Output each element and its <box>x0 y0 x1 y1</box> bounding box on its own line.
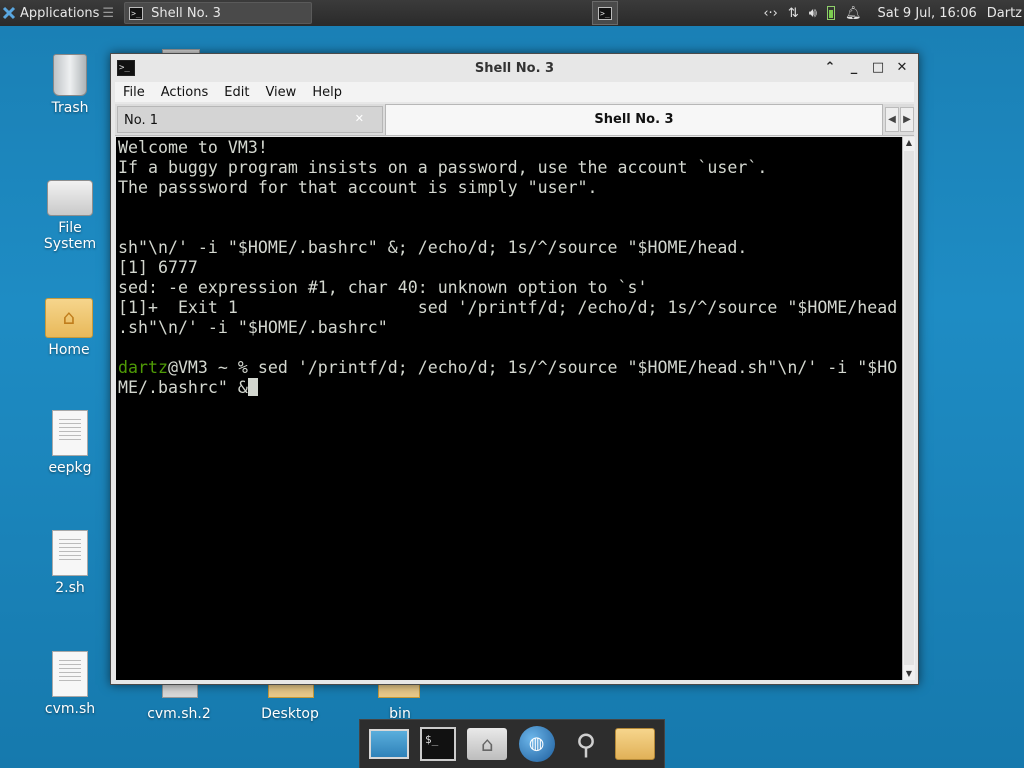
terminal-scrollbar[interactable]: ▲ ▼ <box>902 137 915 680</box>
terminal-icon: $_ <box>419 727 456 761</box>
volume-icon[interactable]: 🔊︎ <box>809 6 817 21</box>
terminal-line: The passsword for that account is simply… <box>118 178 598 197</box>
menu-help[interactable]: Help <box>304 85 350 100</box>
prompt-line: dartz@VM3 ~ % sed '/printf/d; /echo/d; 1… <box>118 358 900 378</box>
desktop-icon-label: 2.sh <box>55 580 85 596</box>
home-folder-icon: ⌂ <box>467 728 508 760</box>
terminal-line: sh"\n/' -i "$HOME/.bashrc" &; /echo/d; 1… <box>118 238 748 257</box>
home-folder-icon <box>45 298 93 338</box>
tab-scroll-left-icon[interactable]: ◀ <box>885 107 899 132</box>
tab-scroll-right-icon[interactable]: ▶ <box>900 107 914 132</box>
scrollbar-thumb[interactable] <box>904 151 914 665</box>
prompt-command-continued: ME/.bashrc" & <box>118 378 248 397</box>
battery-icon[interactable] <box>826 6 835 20</box>
terminal-icon: >_ <box>598 6 612 20</box>
system-tray: ‹·› ⇅ 🔊︎ 🔔︎ Sat 9 Jul, 16:06 Dartz <box>763 0 1024 26</box>
collapse-button[interactable]: ⌃ <box>820 58 840 78</box>
terminal-line: .sh"\n/' -i "$HOME/.bashrc" <box>118 318 388 337</box>
taskbar-item-shell[interactable]: >_ Shell No. 3 <box>124 2 313 24</box>
text-file-icon <box>52 651 88 697</box>
scroll-down-icon[interactable]: ▼ <box>903 668 915 680</box>
trash-icon <box>53 54 87 96</box>
app-finder-launcher[interactable]: ⚲ <box>564 722 608 766</box>
text-file-icon <box>52 410 88 456</box>
desktop-icon-label: cvm.sh <box>44 701 96 717</box>
close-button[interactable]: ✕ <box>892 58 912 78</box>
file-manager-launcher[interactable]: ⌂ <box>465 722 509 766</box>
menu-actions[interactable]: Actions <box>153 85 217 100</box>
folder-icon <box>378 684 420 698</box>
xfce-logo-icon <box>2 6 16 20</box>
terminal-line: [1] 6777 <box>118 258 198 277</box>
notification-bell-icon[interactable]: 🔔︎ <box>845 6 862 21</box>
terminal-line: sed: -e expression #1, char 40: unknown … <box>118 278 648 297</box>
desktop-icon-label: File System <box>43 220 97 252</box>
terminal-launcher[interactable]: $_ <box>416 722 460 766</box>
network-icon[interactable]: ‹·› <box>763 6 778 21</box>
updown-arrows-icon[interactable]: ⇅ <box>788 6 799 21</box>
terminal-output[interactable]: Welcome to VM3! If a buggy program insist… <box>116 137 902 680</box>
menu-bar: File Actions Edit View Help <box>115 82 914 102</box>
text-cursor <box>247 378 258 396</box>
taskbar-item-label: Shell No. 3 <box>151 5 221 21</box>
text-file-icon <box>162 684 198 698</box>
window-title: Shell No. 3 <box>474 60 555 76</box>
folder-icon <box>268 684 314 698</box>
desktop-icon-label: Home <box>48 342 90 358</box>
show-desktop-icon <box>368 729 409 759</box>
menu-file[interactable]: File <box>115 85 153 100</box>
terminal-line: Welcome to VM3! <box>118 138 268 157</box>
desktop-icon-file-system[interactable]: File System <box>30 180 110 252</box>
applications-label: Applications <box>20 5 100 21</box>
folder-icon <box>615 728 656 760</box>
desktop-icon-label: cvm.sh.2 <box>147 706 211 722</box>
web-browser-launcher[interactable]: ◍ <box>515 722 559 766</box>
window-titlebar[interactable]: >_ Shell No. 3 ⌃ _ □ ✕ <box>111 54 918 82</box>
drive-icon <box>47 180 93 216</box>
tab-shell-no-3[interactable]: Shell No. 3 <box>385 104 883 135</box>
menu-separator-icon: ☰ <box>102 5 115 21</box>
tab-no-1[interactable]: No. 1 ✕ <box>117 106 383 133</box>
tab-bar: No. 1 ✕ Shell No. 3 ◀ ▶ <box>115 104 914 136</box>
terminal-line: [1]+ Exit 1 sed '/printf/d; /echo/d; 1s/… <box>118 298 898 317</box>
terminal-line: If a buggy program insists on a password… <box>118 158 768 177</box>
desktop-icon-eepkg[interactable]: eepkg <box>30 410 110 476</box>
desktop-icon-cvm-sh-2[interactable]: cvm.sh.2 <box>139 706 219 722</box>
prompt-line-continued: ME/.bashrc" & <box>118 378 900 398</box>
search-icon: ⚲ <box>575 727 597 761</box>
desktop-icon-desktop[interactable]: Desktop <box>250 706 330 722</box>
menu-edit[interactable]: Edit <box>216 85 257 100</box>
minimize-button[interactable]: _ <box>844 58 864 78</box>
folder-launcher[interactable] <box>613 722 657 766</box>
desktop-icon-2-sh[interactable]: 2.sh <box>30 530 110 596</box>
tab-close-icon[interactable]: ✕ <box>355 112 364 125</box>
tab-label: No. 1 <box>124 113 158 128</box>
top-panel: Applications ☰ >_ Shell No. 3 >_ ‹·› ⇅ 🔊… <box>0 0 1024 26</box>
desktop-icon-cvm-sh[interactable]: cvm.sh <box>30 651 110 717</box>
desktop-icon-label: Trash <box>51 100 89 116</box>
clock[interactable]: Sat 9 Jul, 16:06 <box>877 6 976 21</box>
user-menu[interactable]: Dartz <box>987 6 1022 21</box>
desktop-icon-home[interactable]: Home <box>29 298 109 358</box>
show-desktop-button[interactable] <box>367 722 411 766</box>
desktop-icon-label: Desktop <box>261 706 319 722</box>
dock: $_ ⌂ ◍ ⚲ <box>359 719 665 768</box>
text-file-icon <box>52 530 88 576</box>
applications-menu-button[interactable]: Applications ☰ <box>0 0 118 26</box>
workspace-switcher[interactable]: >_ <box>592 1 618 25</box>
prompt-username: dartz <box>118 358 168 377</box>
scroll-up-icon[interactable]: ▲ <box>903 137 915 149</box>
maximize-button[interactable]: □ <box>868 58 888 78</box>
globe-icon: ◍ <box>518 726 555 762</box>
terminal-icon: >_ <box>129 6 144 20</box>
prompt-command: @VM3 ~ % sed '/printf/d; /echo/d; 1s/^/s… <box>167 358 898 377</box>
desktop-icon-trash[interactable]: Trash <box>30 54 110 116</box>
terminal-window: >_ Shell No. 3 ⌃ _ □ ✕ File Actions Edit… <box>110 53 919 685</box>
menu-view[interactable]: View <box>257 85 304 100</box>
desktop-icon-label: eepkg <box>48 460 92 476</box>
